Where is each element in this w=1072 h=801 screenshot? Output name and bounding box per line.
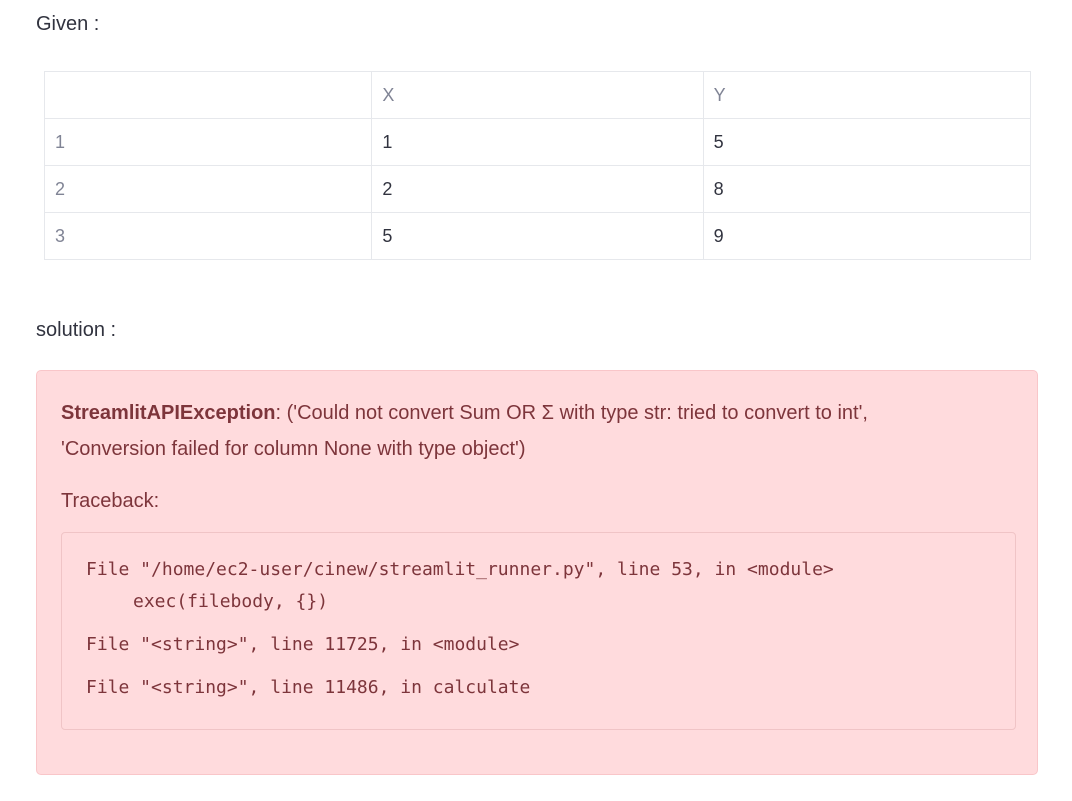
table-header-row: X Y: [43, 71, 1032, 119]
row-index-cell: 3: [43, 212, 373, 260]
traceback-label: Traceback:: [61, 490, 160, 512]
solution-label: solution :: [36, 319, 117, 341]
traceback-code-block: File "/home/ec2-user/cinew/streamlit_run…: [61, 532, 1016, 730]
error-message: StreamlitAPIException: ('Could not conve…: [61, 395, 1011, 467]
exception-message-line1: : ('Could not convert Sum OR Σ with type…: [275, 402, 868, 424]
traceback-line: File "/home/ec2-user/cinew/streamlit_run…: [86, 559, 834, 580]
column-header-x[interactable]: X: [371, 71, 704, 119]
given-label: Given :: [36, 13, 100, 35]
exception-message-line2: 'Conversion failed for column None with …: [61, 438, 526, 460]
cell-y[interactable]: 8: [702, 165, 1032, 213]
cell-y[interactable]: 5: [702, 118, 1032, 166]
row-index-cell: 1: [43, 118, 373, 166]
cell-x[interactable]: 2: [371, 165, 704, 213]
error-alert-box: StreamlitAPIException: ('Could not conve…: [36, 370, 1038, 775]
row-index-cell: 2: [43, 165, 373, 213]
table-row: 3 5 9: [43, 212, 1032, 260]
cell-x[interactable]: 1: [371, 118, 704, 166]
table-row: 2 2 8: [43, 165, 1032, 213]
traceback-line: File "<string>", line 11725, in <module>: [86, 634, 520, 655]
exception-name: StreamlitAPIException: [61, 402, 276, 424]
column-header-y[interactable]: Y: [702, 71, 1032, 119]
traceback-line-detail: exec(filebody, {}): [133, 591, 329, 612]
traceback-line: File "<string>", line 11486, in calculat…: [86, 677, 531, 698]
app-page: Given : X Y 1 1 5 2 2 8 3 5 9 solution:…: [0, 0, 1072, 801]
table-row: 1 1 5: [43, 118, 1032, 166]
index-column-header: [43, 71, 373, 119]
dataframe-table[interactable]: X Y 1 1 5 2 2 8 3 5 9: [43, 71, 1032, 260]
cell-y[interactable]: 9: [702, 212, 1032, 260]
cell-x[interactable]: 5: [371, 212, 704, 260]
